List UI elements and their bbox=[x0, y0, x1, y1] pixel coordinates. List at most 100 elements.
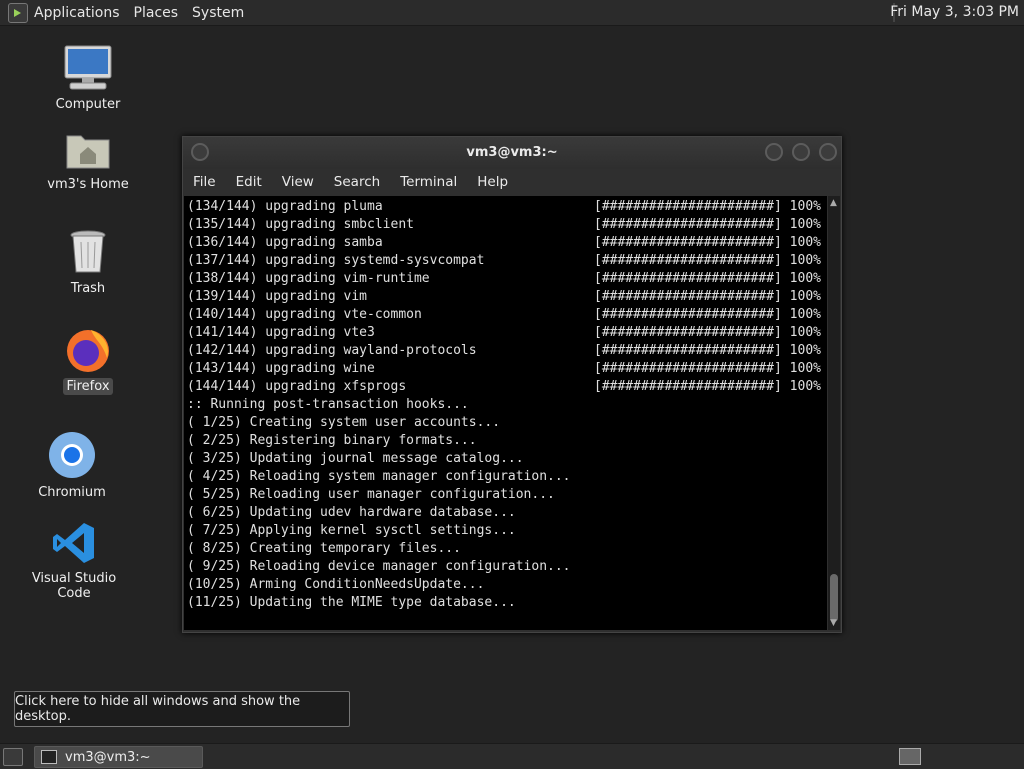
terminal-window[interactable]: vm3@vm3:~ File Edit View Search Terminal… bbox=[182, 136, 842, 633]
terminal-line-text: (138/144) upgrading vim-runtime bbox=[187, 271, 430, 286]
progress-bar-text: [######################] 100% bbox=[594, 343, 821, 358]
terminal-line-text: (11/25) Updating the MIME type database.… bbox=[187, 595, 516, 610]
terminal-menubar: File Edit View Search Terminal Help bbox=[183, 169, 841, 195]
terminal-line: ( 5/25) Reloading user manager configura… bbox=[187, 486, 827, 504]
menu-view[interactable]: View bbox=[282, 174, 314, 190]
terminal-icon bbox=[41, 750, 57, 764]
terminal-line: (134/144) upgrading pluma [##############… bbox=[187, 198, 827, 216]
scroll-up-arrow-icon[interactable]: ▲ bbox=[830, 198, 837, 208]
trash-icon bbox=[70, 230, 106, 273]
menu-search[interactable]: Search bbox=[334, 174, 380, 190]
computer-icon bbox=[64, 45, 112, 90]
terminal-line-text: ( 6/25) Updating udev hardware database.… bbox=[187, 505, 516, 520]
desktop-icon-label: Visual Studio Code bbox=[31, 571, 117, 601]
terminal-line-text: ( 8/25) Creating temporary files... bbox=[187, 541, 461, 556]
taskbar-window-label: vm3@vm3:~ bbox=[65, 749, 151, 765]
terminal-line-text: (139/144) upgrading vim bbox=[187, 289, 368, 304]
desktop-icon-firefox[interactable]: Firefox bbox=[48, 326, 128, 395]
terminal-line-text: :: Running post-transaction hooks... bbox=[187, 397, 469, 412]
show-desktop-icon[interactable] bbox=[3, 748, 23, 766]
terminal-line: ( 3/25) Updating journal message catalog… bbox=[187, 450, 827, 468]
bottom-panel: vm3@vm3:~ bbox=[0, 743, 1024, 769]
desktop-icon-home[interactable]: vm3's Home bbox=[40, 128, 136, 193]
desktop-icon-label: Firefox bbox=[63, 378, 113, 395]
terminal-line: (135/144) upgrading smbclient [##########… bbox=[187, 216, 827, 234]
terminal-scrollbar[interactable]: ▲ ▼ bbox=[828, 196, 840, 630]
minimize-button[interactable] bbox=[765, 143, 783, 161]
workspace-switcher[interactable] bbox=[899, 748, 921, 765]
system-menu[interactable]: System bbox=[192, 5, 244, 21]
menu-terminal[interactable]: Terminal bbox=[400, 174, 457, 190]
terminal-line-text: (136/144) upgrading samba bbox=[187, 235, 383, 250]
progress-bar-text: [######################] 100% bbox=[594, 253, 821, 268]
desktop-icon-label: Trash bbox=[70, 281, 106, 296]
window-titlebar[interactable]: vm3@vm3:~ bbox=[183, 137, 841, 169]
terminal-line-text: (10/25) Arming ConditionNeedsUpdate... bbox=[187, 577, 485, 592]
terminal-line: (144/144) upgrading xfsprogs [###########… bbox=[187, 378, 827, 396]
vscode-icon bbox=[53, 523, 94, 563]
menu-help[interactable]: Help bbox=[477, 174, 508, 190]
mate-logo-icon[interactable] bbox=[8, 2, 28, 23]
chromium-icon bbox=[49, 432, 95, 478]
progress-bar-text: [######################] 100% bbox=[594, 361, 821, 376]
progress-bar-text: [######################] 100% bbox=[594, 271, 821, 286]
terminal-line-text: (142/144) upgrading wayland-protocols bbox=[187, 343, 477, 358]
close-button[interactable] bbox=[819, 143, 837, 161]
taskbar-window-button[interactable]: vm3@vm3:~ bbox=[34, 746, 203, 768]
maximize-button[interactable] bbox=[792, 143, 810, 161]
terminal-line: :: Running post-transaction hooks... bbox=[187, 396, 827, 414]
terminal-line: (138/144) upgrading vim-runtime [########… bbox=[187, 270, 827, 288]
scroll-down-arrow-icon[interactable]: ▼ bbox=[830, 618, 837, 628]
places-menu[interactable]: Places bbox=[134, 5, 179, 21]
applications-menu[interactable]: Applications bbox=[34, 5, 120, 21]
terminal-line: (139/144) upgrading vim [################… bbox=[187, 288, 827, 306]
terminal-line: (141/144) upgrading vte3 [###############… bbox=[187, 324, 827, 342]
window-title: vm3@vm3:~ bbox=[466, 145, 558, 160]
terminal-line: (142/144) upgrading wayland-protocols [##… bbox=[187, 342, 827, 360]
clock[interactable]: Fri May 3, 3:03 PM bbox=[890, 4, 1019, 20]
terminal-line: (137/144) upgrading systemd-sysvcompat [#… bbox=[187, 252, 827, 270]
terminal-line-text: ( 9/25) Reloading device manager configu… bbox=[187, 559, 571, 574]
terminal-line-text: ( 7/25) Applying kernel sysctl settings.… bbox=[187, 523, 516, 538]
terminal-line: ( 6/25) Updating udev hardware database.… bbox=[187, 504, 827, 522]
terminal-line-text: (140/144) upgrading vte-common bbox=[187, 307, 422, 322]
terminal-line: ( 9/25) Reloading device manager configu… bbox=[187, 558, 827, 576]
progress-bar-text: [######################] 100% bbox=[594, 217, 821, 232]
progress-bar-text: [######################] 100% bbox=[594, 199, 821, 214]
terminal-output[interactable]: (134/144) upgrading pluma [##############… bbox=[184, 196, 827, 630]
desktop-icon-label: Computer bbox=[55, 97, 121, 112]
desktop-icon-label: Chromium bbox=[38, 485, 106, 500]
terminal-line: ( 8/25) Creating temporary files... bbox=[187, 540, 827, 558]
scrollbar-thumb[interactable] bbox=[830, 574, 838, 622]
home-folder-icon bbox=[66, 135, 110, 169]
terminal-line: (11/25) Updating the MIME type database.… bbox=[187, 594, 827, 612]
progress-bar-text: [######################] 100% bbox=[594, 235, 821, 250]
terminal-line: ( 1/25) Creating system user accounts... bbox=[187, 414, 827, 432]
desktop-icon-chromium[interactable]: Chromium bbox=[30, 430, 114, 501]
terminal-line-text: ( 5/25) Reloading user manager configura… bbox=[187, 487, 555, 502]
terminal-line: ( 4/25) Reloading system manager configu… bbox=[187, 468, 827, 486]
terminal-line: ( 2/25) Registering binary formats... bbox=[187, 432, 827, 450]
terminal-line-text: ( 3/25) Updating journal message catalog… bbox=[187, 451, 524, 466]
top-panel: Applications Places System Fri May 3, 3:… bbox=[0, 0, 1024, 26]
progress-bar-text: [######################] 100% bbox=[594, 307, 821, 322]
desktop-icon-vscode[interactable]: Visual Studio Code bbox=[14, 520, 134, 602]
progress-bar-text: [######################] 100% bbox=[594, 289, 821, 304]
menu-file[interactable]: File bbox=[193, 174, 216, 190]
progress-bar-text: [######################] 100% bbox=[594, 325, 821, 340]
terminal-line-text: (143/144) upgrading wine bbox=[187, 361, 375, 376]
menu-edit[interactable]: Edit bbox=[236, 174, 262, 190]
desktop-icon-computer[interactable]: Computer bbox=[48, 44, 128, 113]
terminal-line: (136/144) upgrading samba [##############… bbox=[187, 234, 827, 252]
terminal-line: (10/25) Arming ConditionNeedsUpdate... bbox=[187, 576, 827, 594]
terminal-line: (143/144) upgrading wine [###############… bbox=[187, 360, 827, 378]
progress-bar-text: [######################] 100% bbox=[594, 379, 821, 394]
firefox-icon bbox=[67, 330, 109, 372]
terminal-line-text: ( 2/25) Registering binary formats... bbox=[187, 433, 477, 448]
terminal-line-text: (137/144) upgrading systemd-sysvcompat bbox=[187, 253, 485, 268]
terminal-line: ( 7/25) Applying kernel sysctl settings.… bbox=[187, 522, 827, 540]
desktop-icon-label: vm3's Home bbox=[47, 177, 129, 192]
desktop-icon-trash[interactable]: Trash bbox=[48, 228, 128, 297]
terminal-line-text: (141/144) upgrading vte3 bbox=[187, 325, 375, 340]
terminal-line-text: (134/144) upgrading pluma bbox=[187, 199, 383, 214]
